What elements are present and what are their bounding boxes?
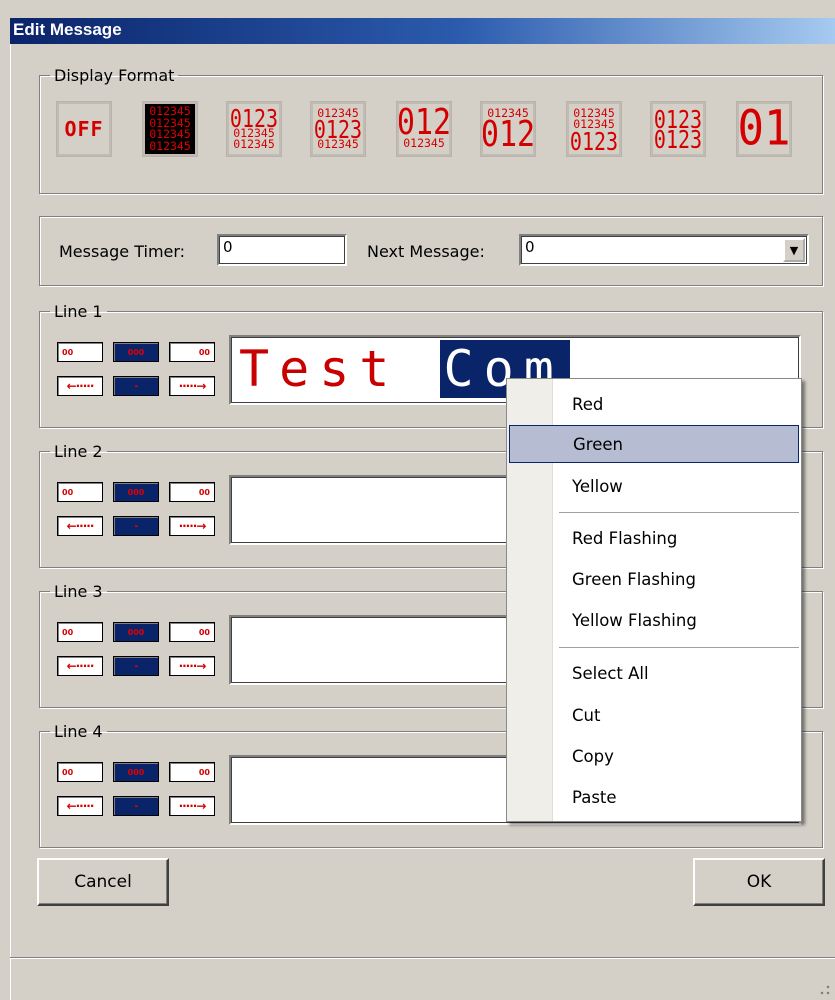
dash-icon: - bbox=[134, 660, 138, 672]
arrow-right-icon: ·····→ bbox=[178, 799, 207, 813]
off-label: OFF bbox=[64, 117, 104, 141]
next-message-label: Next Message: bbox=[367, 242, 485, 261]
line-1-size-left-button[interactable]: 00 bbox=[57, 342, 103, 362]
menu-item-green[interactable]: Green bbox=[509, 425, 799, 463]
line-2-size-left-button[interactable]: 00 bbox=[57, 482, 103, 502]
line-1-size-center-button[interactable]: 000 bbox=[113, 342, 159, 362]
format-line: 0123 bbox=[229, 102, 279, 133]
display-format-small-large-bottom[interactable]: 012345 012 bbox=[480, 101, 536, 157]
message-timer-input[interactable]: 0 bbox=[217, 234, 347, 266]
display-format-large-top-small[interactable]: 012 012345 bbox=[396, 101, 452, 157]
line-1-text: Test bbox=[239, 340, 440, 398]
cancel-button[interactable]: Cancel bbox=[37, 858, 169, 906]
size-label: 00 bbox=[198, 347, 210, 357]
arrow-left-icon: ←····· bbox=[66, 379, 95, 393]
message-timer-label: Message Timer: bbox=[59, 242, 186, 261]
line-4-static-button[interactable]: - bbox=[113, 796, 159, 816]
window-title: Edit Message bbox=[13, 20, 122, 39]
menu-item-red-flashing[interactable]: Red Flashing bbox=[509, 519, 799, 557]
format-line: 0123 bbox=[313, 114, 363, 144]
line-2-scroll-right-button[interactable]: ·····→ bbox=[169, 516, 215, 536]
display-format-off[interactable]: OFF bbox=[56, 101, 112, 157]
line-4-size-center-button[interactable]: 000 bbox=[113, 762, 159, 782]
format-line: 012 bbox=[397, 102, 451, 144]
display-format-two-small-big[interactable]: 012345 012345 0123 bbox=[566, 101, 622, 157]
size-label: 000 bbox=[127, 347, 145, 357]
next-message-value: 0 bbox=[525, 238, 535, 256]
format-line: 0123 bbox=[653, 124, 703, 154]
line-1-scroll-left-button[interactable]: ←····· bbox=[57, 376, 103, 396]
line-3-legend: Line 3 bbox=[54, 582, 103, 601]
line-3-size-left-button[interactable]: 00 bbox=[57, 622, 103, 642]
format-line: 0123 bbox=[569, 125, 619, 156]
menu-item-paste[interactable]: Paste bbox=[509, 778, 799, 816]
size-label: 000 bbox=[127, 627, 145, 637]
line-3-static-button[interactable]: - bbox=[113, 656, 159, 676]
line-1-static-button[interactable]: - bbox=[113, 376, 159, 396]
line-2-size-right-button[interactable]: 00 bbox=[169, 482, 215, 502]
display-format-legend: Display Format bbox=[54, 66, 175, 85]
menu-item-yellow[interactable]: Yellow bbox=[509, 467, 799, 505]
arrow-left-icon: ←····· bbox=[66, 659, 95, 673]
size-label: 00 bbox=[62, 767, 74, 777]
size-label: 00 bbox=[198, 627, 210, 637]
line-3-scroll-left-button[interactable]: ←····· bbox=[57, 656, 103, 676]
size-label: 000 bbox=[127, 767, 145, 777]
arrow-left-icon: ←····· bbox=[66, 519, 95, 533]
window-title-bar[interactable]: Edit Message bbox=[10, 18, 835, 44]
line-3-scroll-right-button[interactable]: ·····→ bbox=[169, 656, 215, 676]
format-line: 01 bbox=[737, 102, 791, 156]
line-1-legend: Line 1 bbox=[54, 302, 103, 321]
dash-icon: - bbox=[134, 800, 138, 812]
arrow-right-icon: ·····→ bbox=[178, 519, 207, 533]
size-label: 00 bbox=[62, 627, 74, 637]
resize-grip-icon[interactable] bbox=[815, 980, 831, 996]
size-label: 00 bbox=[62, 487, 74, 497]
chevron-down-icon[interactable]: ▼ bbox=[783, 238, 805, 262]
size-label: 00 bbox=[62, 347, 74, 357]
format-line: 012345 bbox=[233, 137, 275, 151]
display-format-4-small[interactable]: 012345 012345 012345 012345 bbox=[142, 101, 198, 157]
ok-button[interactable]: OK bbox=[693, 858, 825, 906]
format-line: 012 bbox=[481, 113, 535, 156]
line-1-size-right-button[interactable]: 00 bbox=[169, 342, 215, 362]
size-label: 000 bbox=[127, 487, 145, 497]
status-bar bbox=[10, 958, 835, 1000]
display-format-small-big-small[interactable]: 012345 0123 012345 bbox=[310, 101, 366, 157]
line-3-size-center-button[interactable]: 000 bbox=[113, 622, 159, 642]
menu-item-yellow-flashing[interactable]: Yellow Flashing bbox=[509, 601, 799, 639]
dash-icon: - bbox=[134, 520, 138, 532]
line-2-scroll-left-button[interactable]: ←····· bbox=[57, 516, 103, 536]
line-4-size-right-button[interactable]: 00 bbox=[169, 762, 215, 782]
line-3-size-right-button[interactable]: 00 bbox=[169, 622, 215, 642]
menu-item-copy[interactable]: Copy bbox=[509, 737, 799, 775]
size-label: 00 bbox=[198, 767, 210, 777]
arrow-right-icon: ·····→ bbox=[178, 379, 207, 393]
menu-item-select-all[interactable]: Select All bbox=[509, 654, 799, 692]
line-2-static-button[interactable]: - bbox=[113, 516, 159, 536]
line-2-size-center-button[interactable]: 000 bbox=[113, 482, 159, 502]
line-4-scroll-right-button[interactable]: ·····→ bbox=[169, 796, 215, 816]
menu-item-green-flashing[interactable]: Green Flashing bbox=[509, 560, 799, 598]
menu-separator bbox=[559, 647, 799, 649]
size-label: 00 bbox=[198, 487, 210, 497]
arrow-right-icon: ·····→ bbox=[178, 659, 207, 673]
line-4-scroll-left-button[interactable]: ←····· bbox=[57, 796, 103, 816]
menu-separator bbox=[559, 512, 799, 514]
display-format-extra-large[interactable]: 01 bbox=[736, 101, 792, 157]
arrow-left-icon: ←····· bbox=[66, 799, 95, 813]
format-line: 012345 bbox=[149, 138, 191, 153]
menu-item-red[interactable]: Red bbox=[509, 385, 799, 423]
dash-icon: - bbox=[134, 380, 138, 392]
next-message-combo[interactable]: 0 ▼ bbox=[519, 234, 809, 266]
line-1-scroll-right-button[interactable]: ·····→ bbox=[169, 376, 215, 396]
color-context-menu: Red Green Yellow Red Flashing Green Flas… bbox=[506, 378, 802, 822]
line-4-size-left-button[interactable]: 00 bbox=[57, 762, 103, 782]
line-4-legend: Line 4 bbox=[54, 722, 103, 741]
display-format-two-medium[interactable]: 0123 0123 bbox=[650, 101, 706, 157]
line-2-legend: Line 2 bbox=[54, 442, 103, 461]
display-format-big-top-two-small[interactable]: 0123 012345 012345 bbox=[226, 101, 282, 157]
menu-item-cut[interactable]: Cut bbox=[509, 696, 799, 734]
